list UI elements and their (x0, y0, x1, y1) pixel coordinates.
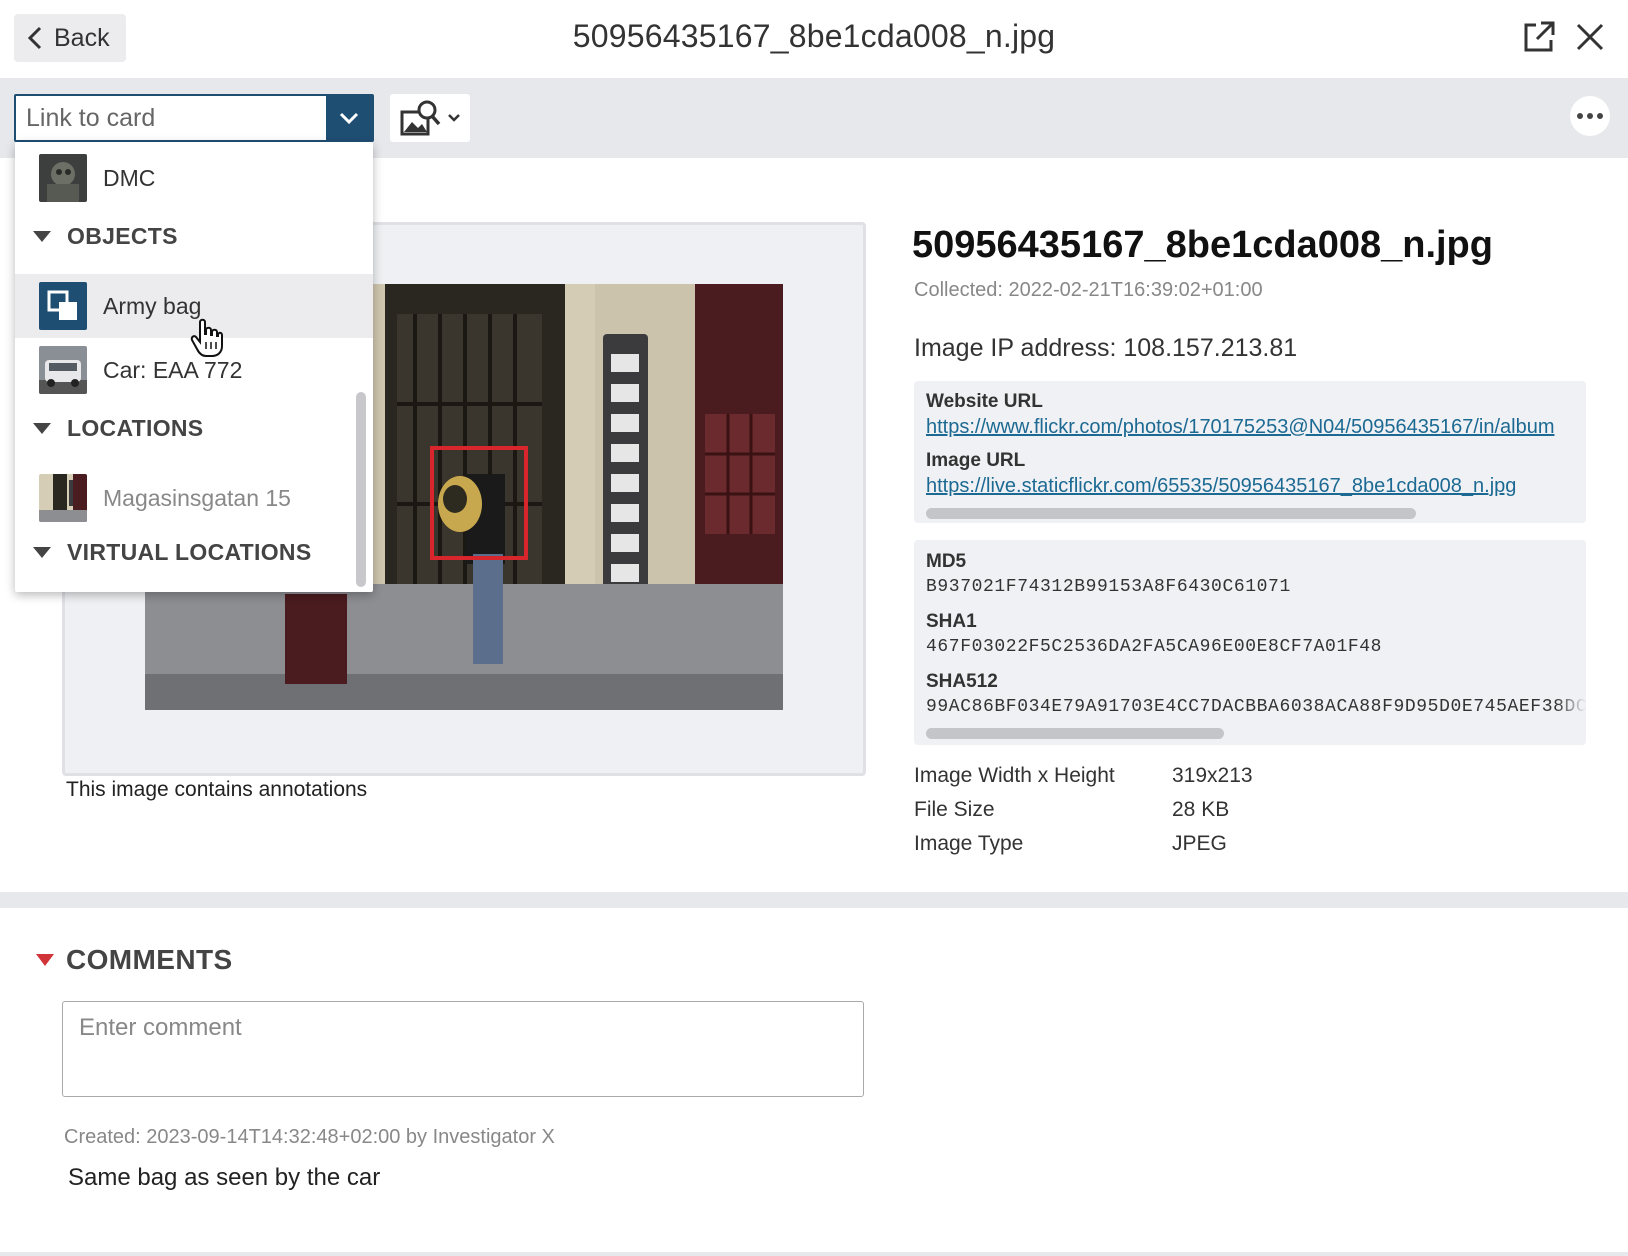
more-options-button[interactable] (1570, 96, 1610, 136)
dropdown-item-label: Car: EAA 772 (103, 356, 243, 383)
image-ip-address: Image IP address: 108.157.213.81 (914, 334, 1298, 362)
section-title: LOCATIONS (67, 414, 204, 441)
hand-pointer-cursor-icon (190, 318, 223, 357)
more-dots-icon (1577, 113, 1583, 119)
close-icon[interactable] (1575, 22, 1605, 52)
section-divider (0, 892, 1628, 908)
sha1-value: 467F03022F5C2536DA2FA5CA96E00E8CF7A01F48 (926, 637, 1383, 657)
url-panel: Website URL https://www.flickr.com/photo… (914, 381, 1586, 523)
hash-horizontal-scrollbar[interactable] (926, 728, 1224, 739)
collected-timestamp: Collected: 2022-02-21T16:39:02+01:00 (914, 279, 1263, 301)
sha1-label: SHA1 (926, 611, 977, 632)
sha512-value: 99AC86BF034E79A91703E4CC7DACBBA6038ACA88… (926, 697, 1586, 717)
bottom-divider (0, 1252, 1628, 1256)
meta-value-image-type: JPEG (1172, 832, 1227, 855)
image-search-icon (400, 100, 441, 136)
meta-label-file-size: File Size (914, 798, 995, 821)
meta-value-dimensions: 319x213 (1172, 764, 1253, 787)
overflow-fade (1556, 381, 1586, 523)
image-url-label: Image URL (926, 450, 1026, 471)
section-title: OBJECTS (67, 222, 178, 249)
comments-title: COMMENTS (66, 944, 233, 975)
title-bar: Back 50956435167_8be1cda008_n.jpg (0, 0, 1628, 78)
dropdown-item-label: Magasinsgatan 15 (103, 484, 291, 511)
collapse-triangle-icon (33, 546, 51, 558)
overflow-fade (1556, 540, 1586, 745)
window-title: 50956435167_8be1cda008_n.jpg (572, 18, 1056, 54)
collapse-triangle-icon (33, 422, 51, 434)
link-to-card-select[interactable] (14, 94, 374, 142)
sha512-label: SHA512 (926, 671, 998, 692)
comment-field[interactable] (62, 1001, 864, 1097)
open-external-icon[interactable] (1522, 20, 1556, 54)
dropdown-scrollbar[interactable] (356, 392, 366, 587)
meta-value-file-size: 28 KB (1172, 798, 1230, 821)
annotation-caption: This image contains annotations (66, 778, 368, 801)
object-card-icon (39, 282, 87, 330)
hash-panel: MD5 B937021F74312B99153A8F6430C61071 SHA… (914, 540, 1586, 745)
chevron-down-icon (448, 114, 460, 122)
dropdown-item-label: DMC (103, 164, 156, 191)
link-to-card-input[interactable] (26, 96, 326, 140)
dmc-thumbnail (39, 154, 87, 202)
collapse-triangle-icon (36, 954, 54, 966)
car-thumbnail (39, 346, 87, 394)
comments-header[interactable]: COMMENTS (36, 944, 233, 976)
website-url-link[interactable]: https://www.flickr.com/photos/170175253@… (926, 416, 1554, 439)
location-thumbnail (39, 474, 87, 522)
dropdown-section-virtual-locations[interactable]: VIRTUAL LOCATIONS (15, 532, 373, 572)
link-dropdown-toggle[interactable] (326, 96, 372, 140)
image-url-link[interactable]: https://live.staticflickr.com/65535/5095… (926, 475, 1516, 498)
dropdown-section-objects[interactable]: OBJECTS (15, 216, 373, 256)
meta-label-image-type: Image Type (914, 832, 1024, 855)
dropdown-section-locations[interactable]: LOCATIONS (15, 408, 373, 448)
dropdown-item-magasinsgatan[interactable]: Magasinsgatan 15 (15, 466, 373, 530)
meta-label-dimensions: Image Width x Height (914, 764, 1115, 787)
dropdown-item-dmc[interactable]: DMC (15, 146, 373, 210)
collapse-triangle-icon (33, 230, 51, 242)
image-search-button[interactable] (390, 94, 470, 142)
link-to-card-dropdown: DMC OBJECTS Army bag Car: EAA 772 LOCATI… (15, 142, 373, 592)
dropdown-item-label: Army bag (103, 292, 202, 319)
md5-label: MD5 (926, 551, 967, 572)
comment-text: Same bag as seen by the car (68, 1164, 381, 1191)
comment-created-meta: Created: 2023-09-14T14:32:48+02:00 by In… (64, 1126, 555, 1148)
file-title: 50956435167_8be1cda008_n.jpg (912, 224, 1493, 266)
chevron-down-icon (339, 112, 359, 125)
md5-value: B937021F74312B99153A8F6430C61071 (926, 577, 1291, 597)
section-title: VIRTUAL LOCATIONS (67, 538, 312, 565)
website-url-label: Website URL (926, 391, 1043, 412)
url-horizontal-scrollbar[interactable] (926, 508, 1416, 519)
comment-input[interactable] (63, 1002, 863, 1096)
